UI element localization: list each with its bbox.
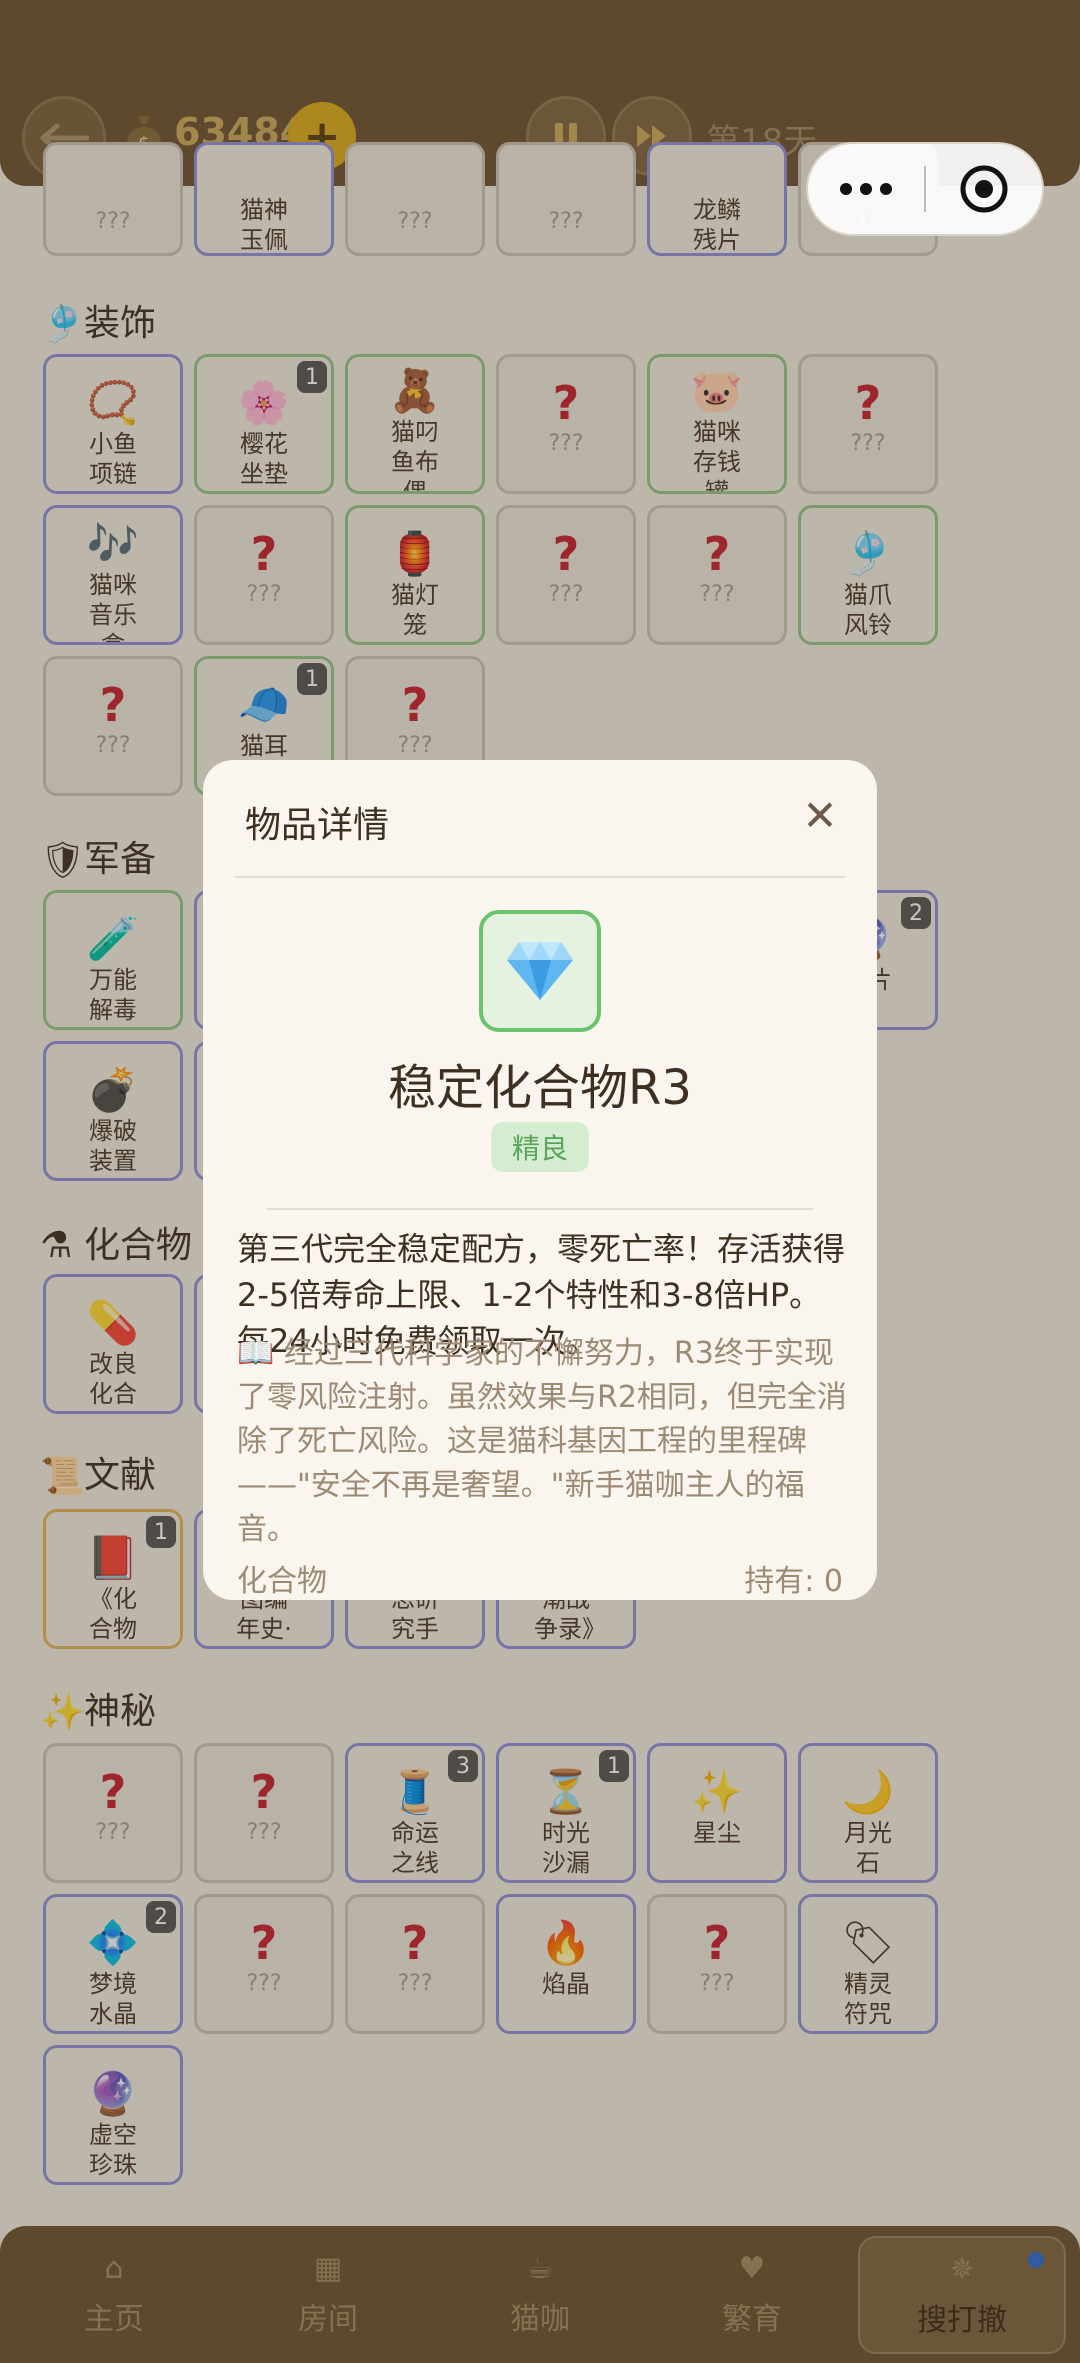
item-category: 化合物 [237,1564,327,1599]
gem-icon [507,942,573,1000]
divider [267,1208,813,1210]
item-icon-frame [479,910,601,1032]
close-miniprogram-button[interactable] [926,164,1042,214]
close-icon: ✕ [802,790,838,840]
item-name: 稳定化合物R3 [388,1060,692,1116]
item-detail-dialog: 物品详情 ✕ 稳定化合物R3 精良 第三代完全稳定配方，零死亡率！存活获得2-5… [203,760,877,1600]
dot-icon [860,183,872,195]
dot-icon [880,183,892,195]
dialog-title: 物品详情 [245,805,390,846]
rarity-badge: 精良 [491,1122,589,1172]
item-lore: 📖 经过三代科学家的不懈努力，R3终于实现了零风险注射。虽然效果与R2相同，但完… [237,1336,847,1547]
miniprogram-capsule [806,142,1044,236]
divider [235,876,845,878]
close-button[interactable]: ✕ [795,790,845,840]
target-icon [960,165,1008,213]
more-menu-button[interactable] [808,183,924,195]
dot-icon [840,183,852,195]
owned-count: 持有: 0 [744,1564,843,1599]
